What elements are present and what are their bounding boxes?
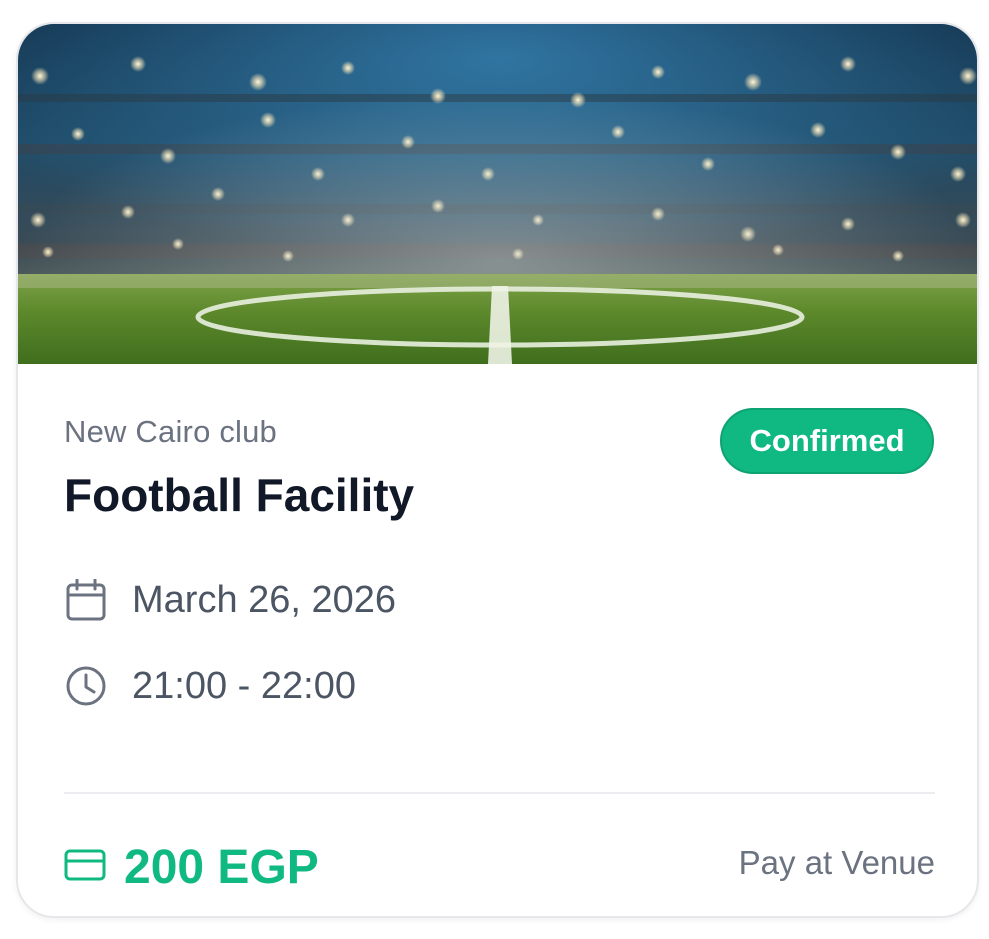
payment-method: Pay at Venue bbox=[738, 844, 935, 881]
time-row: 21:00 - 22:00 bbox=[64, 664, 356, 708]
stadium-image bbox=[18, 24, 977, 364]
booking-date: March 26, 2026 bbox=[132, 578, 397, 621]
price-amount: 200 EGP bbox=[124, 841, 319, 894]
clock-icon bbox=[64, 664, 108, 708]
calendar-icon bbox=[64, 578, 108, 622]
divider bbox=[64, 792, 935, 794]
booking-time: 21:00 - 22:00 bbox=[132, 664, 356, 707]
booking-card[interactable]: New Cairo club Football Facility Confirm… bbox=[16, 22, 979, 918]
date-row: March 26, 2026 bbox=[64, 578, 396, 622]
venue-name: New Cairo club bbox=[64, 414, 277, 449]
credit-card-icon bbox=[64, 849, 106, 886]
price-row: 200 EGP bbox=[64, 840, 319, 895]
facility-title: Football Facility bbox=[64, 469, 415, 521]
card-body: New Cairo club Football Facility Confirm… bbox=[18, 364, 977, 916]
status-badge: Confirmed bbox=[720, 408, 934, 474]
